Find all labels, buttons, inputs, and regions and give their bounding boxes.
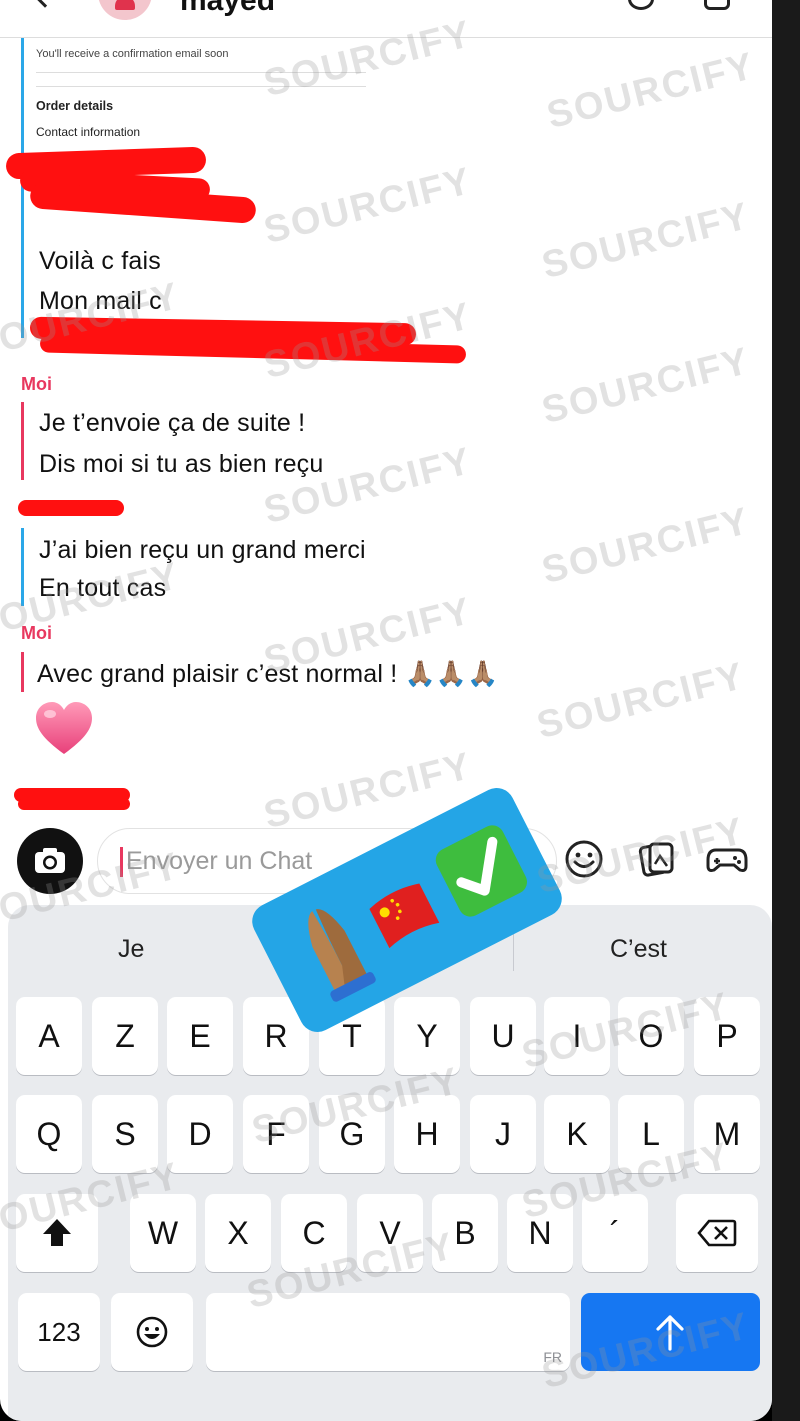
numbers-key[interactable]: 123: [18, 1293, 100, 1371]
watermark: SOURCIFY: [537, 194, 755, 288]
key[interactable]: A: [16, 997, 82, 1075]
shift-key[interactable]: [16, 1194, 98, 1272]
space-bar[interactable]: FR: [206, 1293, 570, 1371]
key[interactable]: O: [618, 997, 684, 1075]
camera-button[interactable]: [17, 828, 83, 894]
chat-input-placeholder: Envoyer un Chat: [126, 847, 313, 875]
friend-accent-bar: [21, 528, 24, 606]
key[interactable]: V: [357, 1194, 423, 1272]
send-button[interactable]: [581, 1293, 760, 1371]
me-accent-bar: [21, 402, 24, 480]
key[interactable]: L: [618, 1095, 684, 1173]
praying-hands-icon: [308, 909, 376, 1002]
key[interactable]: Q: [16, 1095, 82, 1173]
key[interactable]: K: [544, 1095, 610, 1173]
arrow-up-icon: [656, 1315, 684, 1351]
key[interactable]: P: [694, 997, 760, 1075]
message-line: J’ai bien reçu un grand merci: [39, 536, 366, 564]
key[interactable]: F: [243, 1095, 309, 1173]
key[interactable]: U: [470, 997, 536, 1075]
key[interactable]: N: [507, 1194, 573, 1272]
check-mark-icon: [435, 825, 528, 917]
camera-icon: [35, 848, 65, 873]
china-flag-icon: [369, 883, 440, 949]
emoji-key[interactable]: [111, 1293, 193, 1371]
suggestion-word[interactable]: C’est: [610, 935, 667, 964]
key[interactable]: C: [281, 1194, 347, 1272]
emoji-icon[interactable]: [563, 838, 605, 880]
message-line: En tout cas: [39, 574, 167, 602]
key[interactable]: S: [92, 1095, 158, 1173]
key[interactable]: J: [470, 1095, 536, 1173]
chat-screen: mayed You'll receive a confirmation emai…: [0, 0, 772, 1421]
order-details-label: Order details: [36, 99, 114, 113]
watermark: SOURCIFY: [259, 159, 477, 253]
message-line: Je t’envoie ça de suite !: [39, 409, 306, 437]
redaction-mark: [18, 500, 124, 516]
key[interactable]: Z: [92, 997, 158, 1075]
me-accent-bar: [21, 652, 24, 692]
key[interactable]: X: [205, 1194, 271, 1272]
message-line: Voilà c fais: [39, 247, 161, 275]
divider: [36, 72, 366, 73]
shift-arrow-icon: [43, 1219, 71, 1246]
screen-edge: [772, 0, 800, 1421]
sender-label: Moi: [21, 374, 52, 394]
backspace-icon: [697, 1219, 737, 1247]
key[interactable]: G: [319, 1095, 385, 1173]
key[interactable]: H: [394, 1095, 460, 1173]
emoji-icon: [136, 1316, 168, 1348]
accent-key[interactable]: ´: [582, 1194, 648, 1272]
message-line: Dis moi si tu as bien reçu: [39, 450, 324, 478]
contact-info-label: Contact information: [36, 125, 141, 139]
memories-icon[interactable]: [636, 838, 678, 880]
contact-name[interactable]: mayed: [180, 0, 275, 16]
video-call-icon[interactable]: [704, 0, 730, 10]
key[interactable]: I: [544, 997, 610, 1075]
message-line: Avec grand plaisir c’est normal ! 🙏🏽🙏🏽🙏🏽: [37, 660, 499, 688]
keyboard-language: FR: [543, 1349, 562, 1365]
game-controller-icon[interactable]: [706, 838, 748, 880]
watermark: SOURCIFY: [537, 499, 755, 593]
key[interactable]: W: [130, 1194, 196, 1272]
key[interactable]: B: [432, 1194, 498, 1272]
text-caret: [120, 847, 123, 877]
watermark: SOURCIFY: [537, 339, 755, 433]
confirmation-text: You'll receive a confirmation email soon: [36, 48, 229, 60]
backspace-key[interactable]: [676, 1194, 758, 1272]
key[interactable]: E: [167, 997, 233, 1075]
chat-header: mayed: [0, 0, 772, 38]
message-line: Mon mail c: [39, 287, 162, 315]
redaction-mark: [18, 798, 130, 810]
key[interactable]: Y: [394, 997, 460, 1075]
heart-icon: [36, 702, 92, 754]
watermark: SOURCIFY: [542, 44, 760, 138]
avatar[interactable]: [98, 0, 152, 20]
call-icon[interactable]: [628, 0, 654, 10]
key[interactable]: D: [167, 1095, 233, 1173]
back-chevron-icon[interactable]: [32, 0, 58, 8]
watermark: SOURCIFY: [532, 654, 750, 748]
suggestion-word[interactable]: Je: [118, 935, 144, 964]
divider: [36, 86, 366, 87]
key[interactable]: M: [694, 1095, 760, 1173]
sender-label: Moi: [21, 623, 52, 643]
